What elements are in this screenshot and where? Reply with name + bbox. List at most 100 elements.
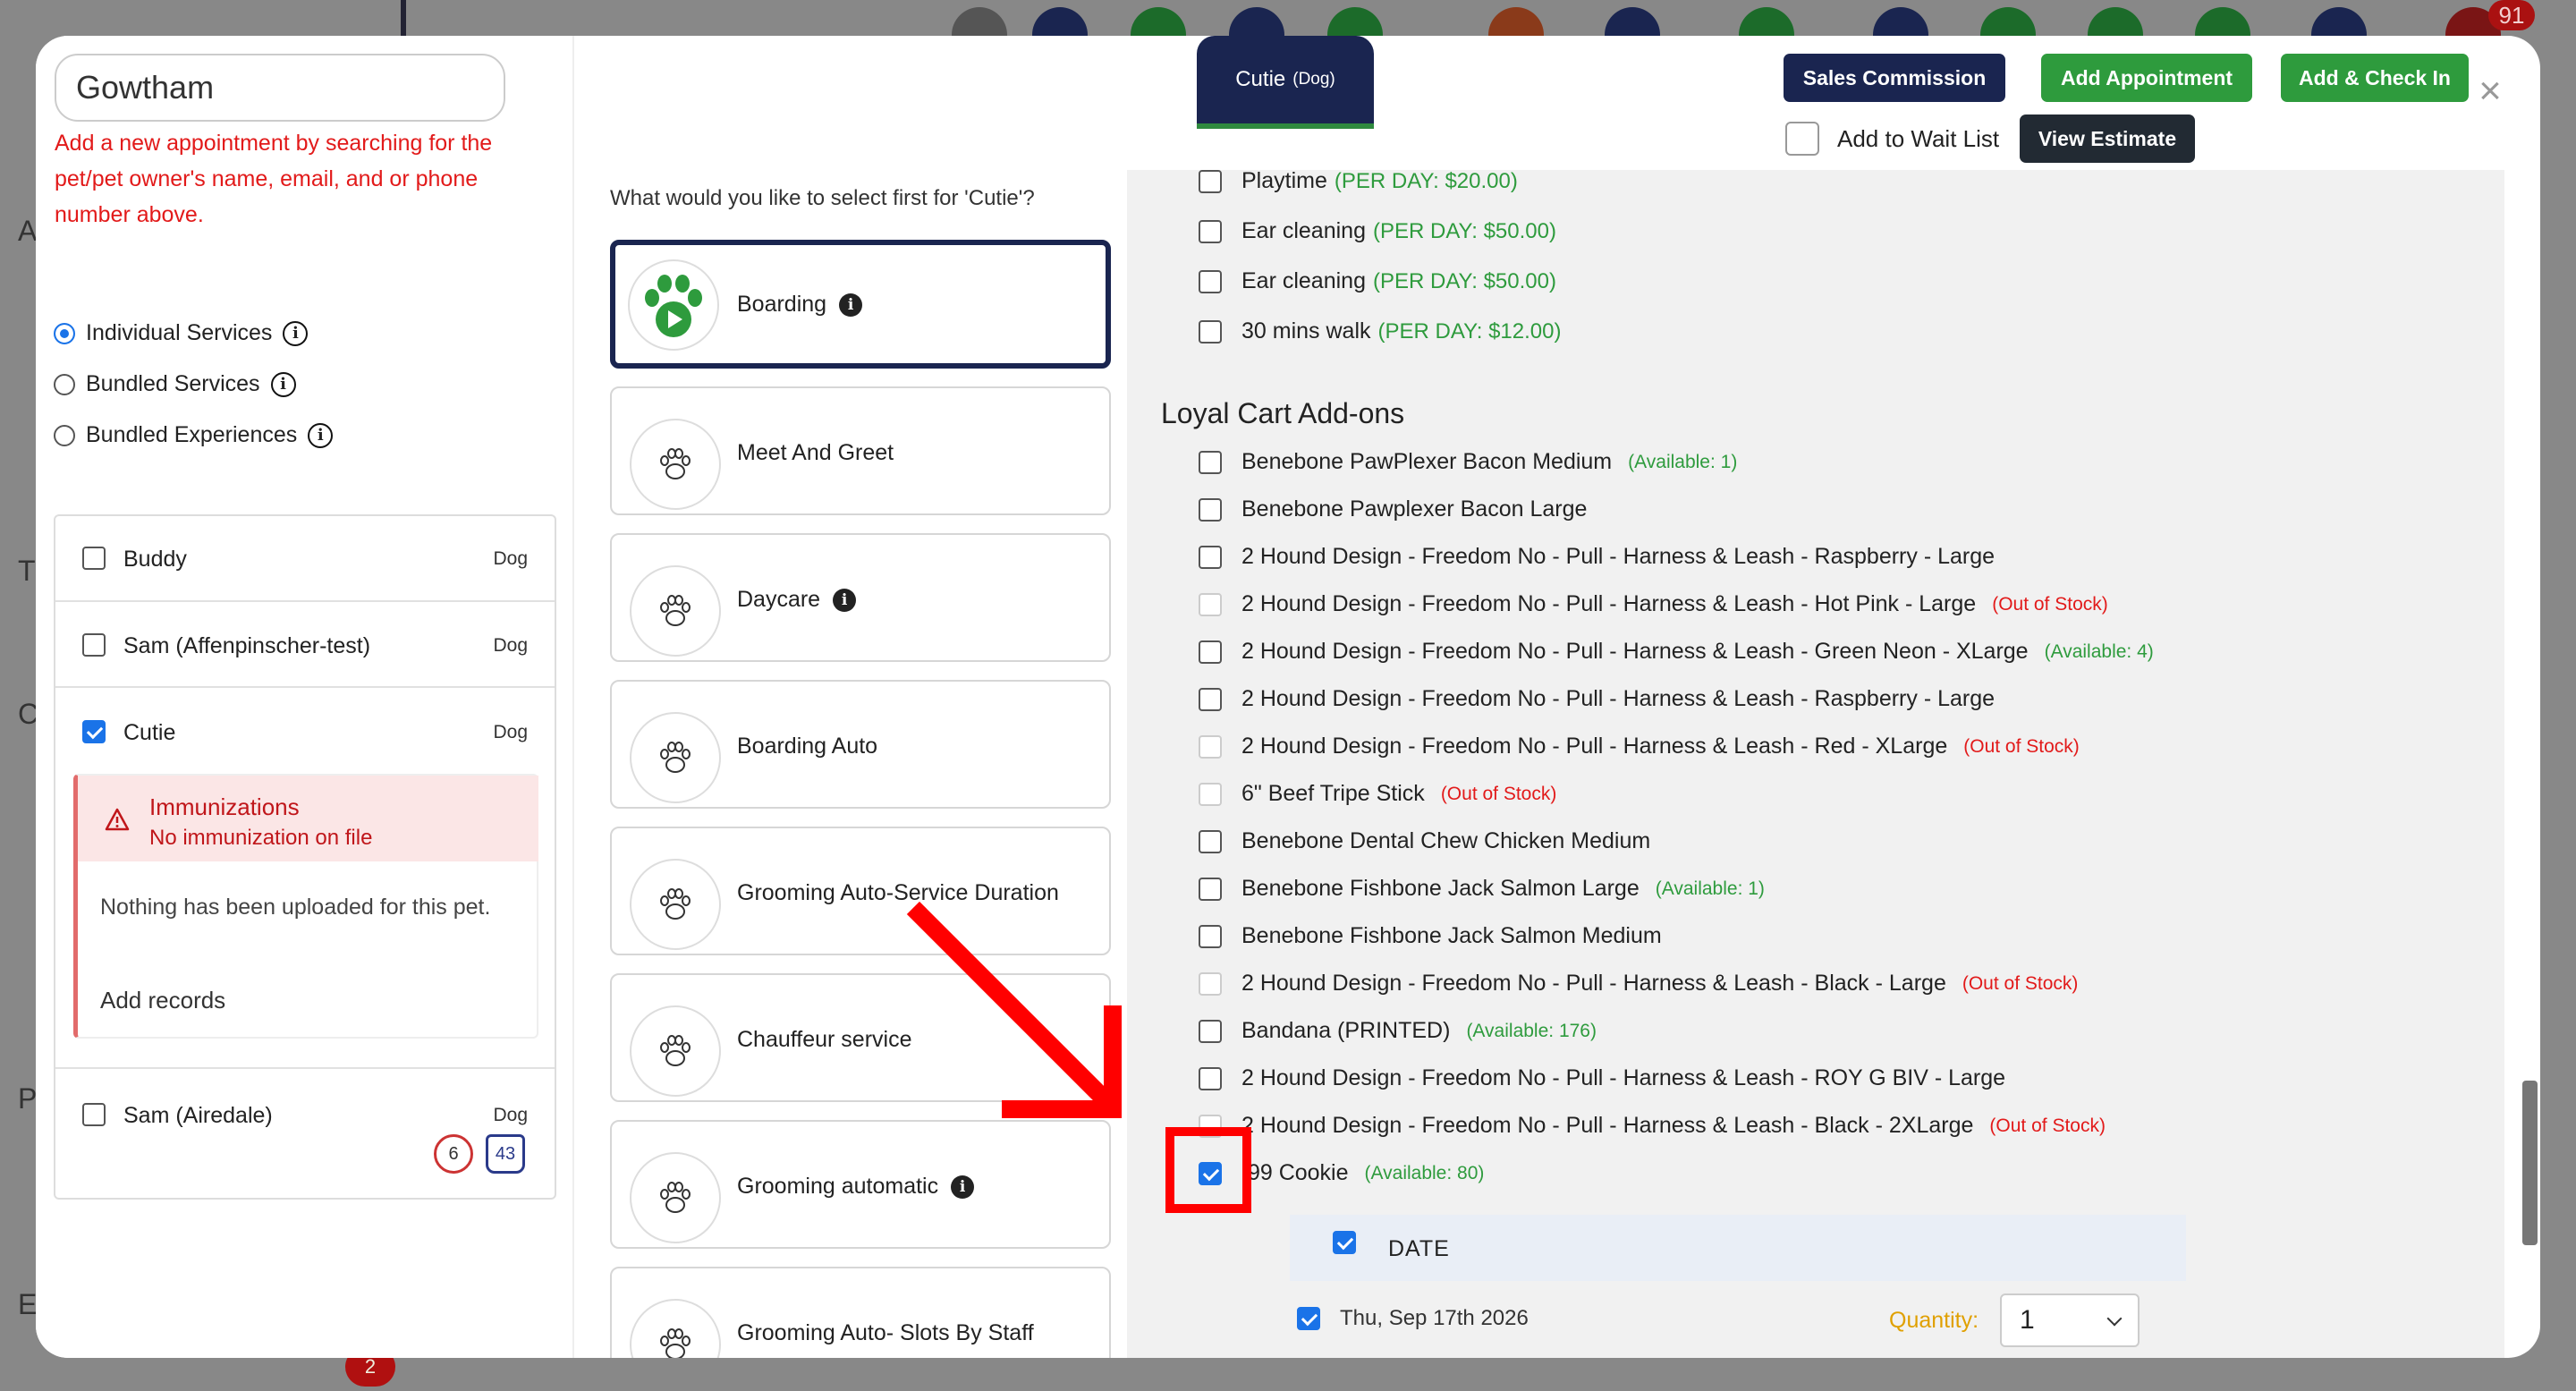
addon-price: (PER DAY: $50.00): [1372, 268, 1556, 293]
service-card-grooming-automatic[interactable]: Grooming automatic i: [610, 1120, 1111, 1249]
info-icon[interactable]: i: [839, 293, 863, 317]
addon-checkbox[interactable]: [1199, 219, 1222, 243]
add-to-wait-list[interactable]: Add to Wait List: [1785, 122, 1999, 156]
history-icon[interactable]: 6: [434, 1134, 473, 1174]
bg-letter: P: [18, 1082, 38, 1115]
pet-row-buddy[interactable]: Buddy Dog: [55, 516, 555, 602]
service-card-meet-and-greet[interactable]: Meet And Greet: [610, 386, 1111, 515]
info-icon[interactable]: i: [833, 588, 857, 612]
immunizations-header: Immunizations No immunization on file: [78, 776, 538, 861]
loyal-cart-checkbox[interactable]: [1199, 545, 1222, 569]
loyal-cart-item[interactable]: Benebone Fishbone Jack Salmon Large (Avai…: [1199, 876, 1765, 902]
service-card-chauffeur-service[interactable]: Chauffeur service: [610, 973, 1111, 1102]
loyal-cart-item[interactable]: 6" Beef Tripe Stick (Out of Stock): [1199, 781, 1556, 807]
addon-row[interactable]: Ear cleaning (PER DAY: $50.00): [1199, 218, 1556, 244]
service-name: Meet And Greet: [737, 440, 894, 465]
loyal-cart-checkbox[interactable]: [1199, 592, 1222, 616]
service-card-grooming-auto-slots-by-staff[interactable]: Grooming Auto- Slots By Staff: [610, 1267, 1111, 1358]
loyal-cart-item[interactable]: Benebone Fishbone Jack Salmon Medium: [1199, 923, 1662, 949]
loyal-cart-checkbox[interactable]: [1199, 1019, 1222, 1043]
date-all-checkbox[interactable]: [1333, 1231, 1356, 1254]
pet-checkbox[interactable]: [82, 633, 106, 657]
loyal-cart-item[interactable]: 2 Hound Design - Freedom No - Pull - Har…: [1199, 1113, 2106, 1139]
pet-checkbox[interactable]: [82, 720, 106, 743]
pet-checkbox[interactable]: [82, 1103, 106, 1126]
pet-name: Buddy: [123, 547, 187, 572]
date-checkbox[interactable]: [1297, 1307, 1320, 1330]
bg-letter: A: [18, 215, 38, 247]
loyal-cart-item[interactable]: 2 Hound Design - Freedom No - Pull - Har…: [1199, 544, 1995, 570]
loyal-cart-checkbox[interactable]: [1199, 640, 1222, 664]
addon-checkbox[interactable]: [1199, 319, 1222, 344]
addon-name: Ear cleaning: [1241, 218, 1366, 243]
weight-icon[interactable]: 43: [486, 1134, 525, 1174]
loyal-cart-checkbox[interactable]: [1199, 734, 1222, 759]
pet-row-cutie[interactable]: Cutie Dog Immunizations No immunization …: [55, 688, 555, 1069]
loyal-cart-item[interactable]: Bandana (PRINTED) (Available: 176): [1199, 1018, 1597, 1044]
service-card-daycare[interactable]: Daycare i: [610, 533, 1111, 662]
radio-label: Individual Services: [86, 320, 273, 345]
date-row[interactable]: Thu, Sep 17th 2026: [1297, 1306, 1529, 1331]
loyal-cart-checkbox[interactable]: [1199, 497, 1222, 522]
loyal-cart-item[interactable]: Benebone PawPlexer Bacon Medium (Availabl…: [1199, 449, 1737, 475]
loyal-cart-checkbox[interactable]: [1199, 971, 1222, 996]
info-icon[interactable]: i: [270, 371, 296, 397]
loyal-cart-item[interactable]: 2 Hound Design - Freedom No - Pull - Har…: [1199, 1065, 2005, 1091]
loyal-cart-item[interactable]: Benebone Pawplexer Bacon Large: [1199, 496, 1587, 522]
radio-button[interactable]: [54, 424, 75, 446]
loyal-cart-checkbox[interactable]: [1199, 1066, 1222, 1090]
loyal-cart-checkbox[interactable]: [1199, 782, 1222, 806]
paw-icon: [630, 565, 721, 657]
pet-search-input[interactable]: [55, 54, 505, 122]
info-icon[interactable]: i: [951, 1175, 975, 1199]
service-label: Chauffeur service: [737, 1027, 911, 1053]
loyal-cart-checkbox[interactable]: [1199, 687, 1222, 711]
pet-checkbox[interactable]: [82, 547, 106, 570]
tab-pet-cutie[interactable]: Cutie (Dog): [1197, 36, 1374, 129]
loyal-cart-checkbox[interactable]: [1199, 450, 1222, 474]
loyal-cart-item[interactable]: 2 Hound Design - Freedom No - Pull - Har…: [1199, 639, 2154, 665]
addon-row[interactable]: 30 mins walk (PER DAY: $12.00): [1199, 318, 1561, 344]
loyal-cart-item[interactable]: Benebone Dental Chew Chicken Medium: [1199, 828, 1650, 854]
service-card-grooming-auto-service-duration[interactable]: Grooming Auto-Service Duration: [610, 827, 1111, 955]
info-icon[interactable]: i: [283, 320, 309, 346]
service-card-boarding[interactable]: Boarding i: [610, 240, 1111, 369]
radio-button[interactable]: [54, 322, 75, 344]
radio-individual-services[interactable]: Individual Services i: [54, 320, 309, 346]
add-check-in-button[interactable]: Add & Check In: [2281, 54, 2469, 102]
loyal-cart-item[interactable]: 2 Hound Design - Freedom No - Pull - Har…: [1199, 971, 2078, 997]
addon-price: (PER DAY: $12.00): [1377, 318, 1562, 344]
pet-type: Dog: [493, 1105, 528, 1125]
addons-scrollbar[interactable]: [2522, 1081, 2538, 1245]
radio-bundled-experiences[interactable]: Bundled Experiences i: [54, 422, 334, 448]
info-icon[interactable]: i: [308, 422, 334, 448]
addon-row[interactable]: Ear cleaning (PER DAY: $50.00): [1199, 268, 1556, 294]
quantity-select[interactable]: 1: [2000, 1293, 2140, 1347]
loyal-cart-checkbox[interactable]: [1199, 924, 1222, 948]
sales-commission-button[interactable]: Sales Commission: [1784, 54, 2005, 102]
service-label: Grooming automatic i: [737, 1174, 975, 1200]
addon-row[interactable]: Playtime (PER DAY: $20.00): [1199, 168, 1518, 194]
add-appointment-button[interactable]: Add Appointment: [2041, 54, 2252, 102]
loyal-cart-item[interactable]: 2 Hound Design - Freedom No - Pull - Har…: [1199, 591, 2108, 617]
view-estimate-button[interactable]: View Estimate: [2020, 115, 2195, 163]
service-selection-panel: What would you like to select first for …: [572, 36, 1163, 1358]
loyal-cart-checkbox[interactable]: [1199, 829, 1222, 853]
add-records-link[interactable]: Add records: [100, 987, 225, 1014]
addon-name: Ear cleaning: [1241, 268, 1366, 293]
loyal-cart-item[interactable]: 2 Hound Design - Freedom No - Pull - Har…: [1199, 734, 2080, 759]
loyal-cart-checkbox[interactable]: [1199, 877, 1222, 901]
date-value: Thu, Sep 17th 2026: [1340, 1306, 1529, 1330]
addon-checkbox[interactable]: [1199, 269, 1222, 293]
wait-list-checkbox[interactable]: [1785, 122, 1819, 156]
bg-letter: E: [18, 1288, 38, 1320]
radio-bundled-services[interactable]: Bundled Services i: [54, 371, 296, 397]
addon-checkbox[interactable]: [1199, 169, 1222, 193]
paw-icon: [630, 859, 721, 950]
pet-row-sam-affenpinscher[interactable]: Sam (Affenpinscher-test) Dog: [55, 602, 555, 688]
service-label: Boarding i: [737, 292, 863, 318]
loyal-cart-item[interactable]: 2 Hound Design - Freedom No - Pull - Har…: [1199, 686, 1995, 712]
service-card-boarding-auto[interactable]: Boarding Auto: [610, 680, 1111, 809]
close-icon[interactable]: ×: [2472, 72, 2508, 111]
radio-button[interactable]: [54, 373, 75, 395]
